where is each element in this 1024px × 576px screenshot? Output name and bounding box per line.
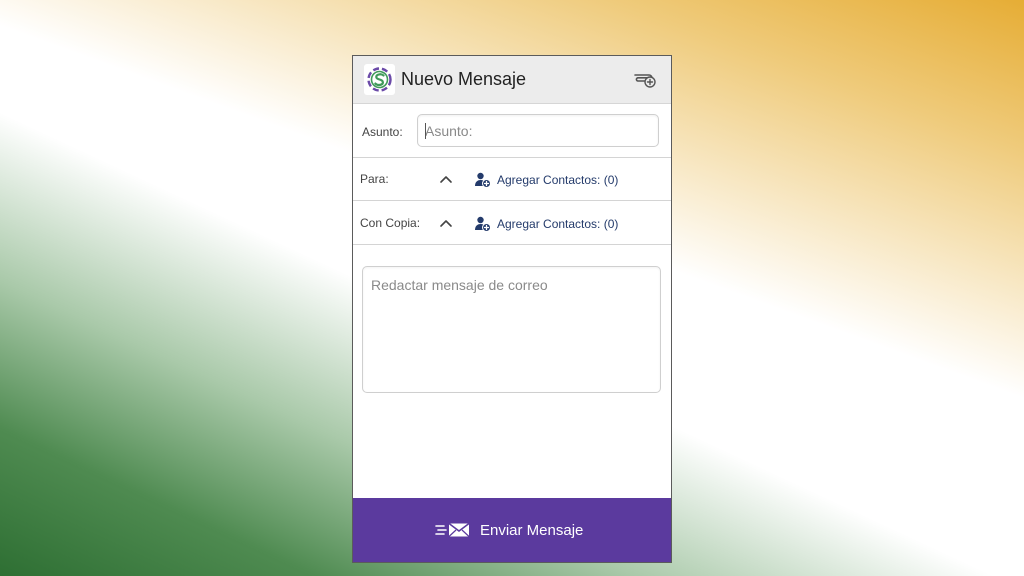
cc-add-contacts-label: Agregar Contactos: (0): [497, 217, 619, 231]
send-message-button[interactable]: Enviar Mensaje: [353, 498, 671, 562]
to-label: Para:: [360, 172, 389, 186]
add-contact-icon: [475, 216, 491, 232]
subject-row: Asunto:: [353, 104, 671, 158]
cc-add-contacts-link[interactable]: Agregar Contactos: (0): [474, 214, 618, 234]
to-toggle-button[interactable]: [437, 172, 455, 186]
subject-label: Asunto:: [362, 125, 403, 139]
message-textarea[interactable]: [362, 266, 661, 393]
add-contact-icon: [475, 172, 491, 188]
chevron-up-icon: [440, 220, 452, 227]
app-logo-s-icon: [364, 64, 395, 95]
app-bar: Nuevo Mensaje: [353, 56, 671, 104]
to-row: Para: Agregar Contactos: (0): [353, 158, 671, 201]
send-envelope-icon: [435, 522, 470, 537]
paperclip-add-icon: [634, 74, 656, 88]
cc-label: Con Copia:: [360, 216, 421, 230]
subject-input[interactable]: [417, 114, 659, 147]
cc-row: Con Copia: Agregar Contactos: (0): [353, 201, 671, 245]
send-message-label: Enviar Mensaje: [480, 522, 584, 539]
to-add-contacts-label: Agregar Contactos: (0): [497, 173, 619, 187]
to-add-contacts-link[interactable]: Agregar Contactos: (0): [474, 170, 618, 190]
phone-screen: Nuevo Mensaje Asunto: Para:: [352, 55, 672, 563]
cc-toggle-button[interactable]: [437, 216, 455, 230]
attach-button[interactable]: [632, 68, 658, 90]
chevron-up-icon: [440, 176, 452, 183]
page-title: Nuevo Mensaje: [401, 69, 527, 89]
text-cursor: [425, 123, 426, 139]
